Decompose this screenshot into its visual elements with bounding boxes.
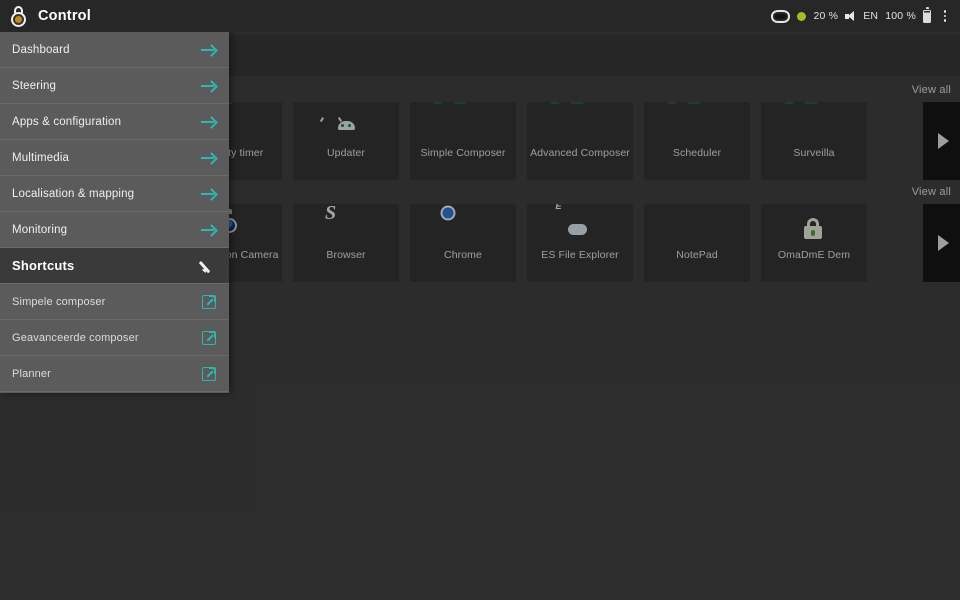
battery-percent-label: 100 % bbox=[885, 10, 916, 22]
shortcut-item-label: Simpele composer bbox=[12, 296, 106, 308]
sidebar-item-steering[interactable]: Steering bbox=[0, 68, 229, 104]
sidebar-item-monitoring[interactable]: Monitoring bbox=[0, 212, 229, 248]
sidebar-item-label: Dashboard bbox=[12, 44, 70, 56]
green-status-dot-icon bbox=[797, 12, 806, 21]
signal-percent-label: 20 % bbox=[813, 10, 838, 22]
language-label: EN bbox=[863, 10, 878, 22]
volume-icon[interactable] bbox=[845, 11, 856, 22]
kebab-menu-icon[interactable] bbox=[938, 8, 952, 24]
app-root: Control 20 % EN 100 % View all Inac bbox=[0, 0, 960, 600]
external-link-icon bbox=[202, 295, 216, 309]
padlock-logo-icon bbox=[9, 5, 29, 27]
arrow-right-icon bbox=[201, 152, 217, 164]
arrow-right-icon bbox=[201, 224, 217, 236]
navigation-drawer: Dashboard Steering Apps & configuration … bbox=[0, 32, 229, 393]
shortcuts-title: Shortcuts bbox=[12, 258, 74, 273]
sidebar-item-label: Monitoring bbox=[12, 224, 67, 236]
sidebar-item-multimedia[interactable]: Multimedia bbox=[0, 140, 229, 176]
arrow-right-icon bbox=[201, 44, 217, 56]
shortcut-item-geavanceerde-composer[interactable]: Geavanceerde composer bbox=[0, 320, 229, 356]
sidebar-item-label: Multimedia bbox=[12, 152, 69, 164]
status-bar: Control 20 % EN 100 % bbox=[0, 0, 960, 32]
shortcut-item-label: Planner bbox=[12, 368, 51, 380]
status-indicators: 20 % EN 100 % bbox=[771, 8, 960, 24]
shortcuts-section-header: Shortcuts bbox=[0, 248, 229, 284]
cast-screen-icon[interactable] bbox=[771, 10, 790, 23]
shortcut-item-label: Geavanceerde composer bbox=[12, 332, 139, 344]
shortcut-item-planner[interactable]: Planner bbox=[0, 356, 229, 392]
sidebar-item-label: Steering bbox=[12, 80, 56, 92]
sidebar-item-label: Localisation & mapping bbox=[12, 188, 134, 200]
sidebar-item-dashboard[interactable]: Dashboard bbox=[0, 32, 229, 68]
sidebar-item-localisation-mapping[interactable]: Localisation & mapping bbox=[0, 176, 229, 212]
pencil-edit-icon[interactable] bbox=[201, 258, 217, 274]
app-title: Control bbox=[38, 8, 91, 24]
sidebar-item-label: Apps & configuration bbox=[12, 116, 121, 128]
arrow-right-icon bbox=[201, 188, 217, 200]
sidebar-item-apps-configuration[interactable]: Apps & configuration bbox=[0, 104, 229, 140]
arrow-right-icon bbox=[201, 116, 217, 128]
external-link-icon bbox=[202, 367, 216, 381]
battery-full-icon bbox=[923, 10, 931, 23]
shortcut-item-simpele-composer[interactable]: Simpele composer bbox=[0, 284, 229, 320]
app-title-area: Control bbox=[0, 0, 229, 32]
arrow-right-icon bbox=[201, 80, 217, 92]
external-link-icon bbox=[202, 331, 216, 345]
